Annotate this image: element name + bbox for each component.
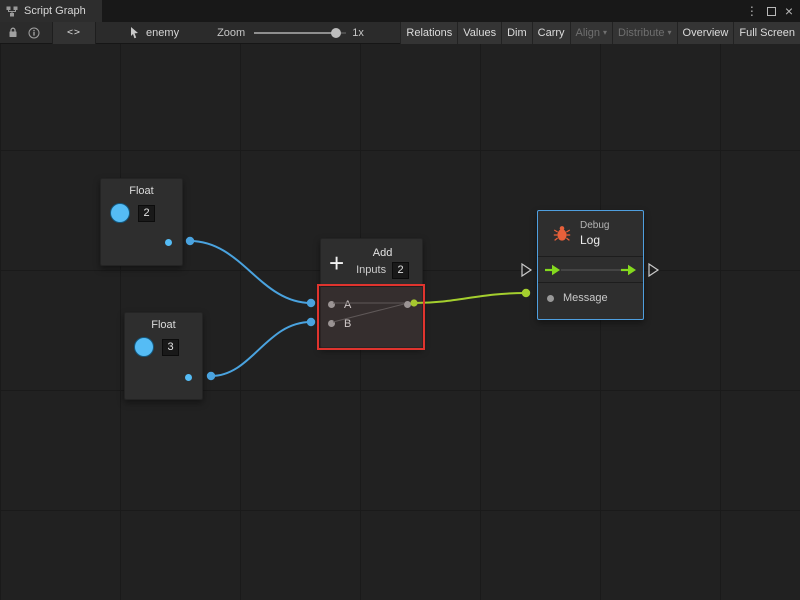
- bug-icon: [553, 225, 571, 242]
- tab-script-graph[interactable]: Script Graph: [0, 0, 102, 22]
- button-label: Overview: [683, 27, 729, 39]
- node-title: Add: [373, 247, 393, 259]
- node-category: Debug: [580, 220, 609, 231]
- flow-input-arrow[interactable]: [544, 264, 561, 276]
- toolbar-button-full-screen[interactable]: Full Screen: [733, 22, 800, 44]
- inputs-label: Inputs: [356, 264, 386, 276]
- flow-output-triangle[interactable]: [649, 264, 658, 276]
- script-graph-icon: [6, 6, 18, 17]
- add-icon: +: [329, 250, 344, 276]
- info-icon[interactable]: [28, 22, 40, 44]
- button-label: Carry: [538, 27, 565, 39]
- float-node-2[interactable]: Float 3: [124, 312, 203, 400]
- button-label: Dim: [507, 27, 527, 39]
- message-input-port[interactable]: [547, 295, 554, 302]
- wire-knob[interactable]: [207, 372, 215, 380]
- add-node[interactable]: + Add Inputs 2 A B: [320, 238, 423, 348]
- title-bar: Script Graph ⋮ ×: [0, 0, 800, 22]
- code-icon: <>: [67, 27, 81, 38]
- wire-knob[interactable]: [186, 237, 194, 245]
- button-label: Full Screen: [739, 27, 795, 39]
- port-label-a: A: [344, 299, 351, 311]
- node-title: Log: [580, 233, 609, 247]
- inputs-count-field[interactable]: 2: [392, 262, 409, 279]
- wire-knob[interactable]: [307, 299, 315, 307]
- flow-output-arrow[interactable]: [620, 264, 637, 276]
- node-title: Float: [125, 313, 202, 331]
- zoom-slider[interactable]: [254, 22, 346, 44]
- zoom-value: 1x: [352, 27, 364, 39]
- float-value-field[interactable]: 3: [162, 339, 179, 356]
- zoom-slider-handle[interactable]: [331, 28, 341, 38]
- toolbar-button-values[interactable]: Values: [457, 22, 501, 44]
- toolbar-button-distribute[interactable]: Distribute ▾: [612, 22, 676, 44]
- wire-float1-to-a[interactable]: [190, 241, 311, 303]
- toolbar-button-dim[interactable]: Dim: [501, 22, 532, 44]
- float-type-icon: [134, 337, 154, 357]
- graph-name[interactable]: enemy: [146, 27, 179, 39]
- graph-pointer-icon: [130, 22, 141, 44]
- message-port-label: Message: [563, 292, 608, 304]
- graph-toolbar: <> enemy Zoom 1x Relations Values Dim Ca…: [0, 22, 800, 44]
- toolbar-button-relations[interactable]: Relations: [400, 22, 457, 44]
- port-label-b: B: [344, 318, 351, 330]
- toolbar-button-group: Relations Values Dim Carry Align▾ Distri…: [400, 22, 800, 44]
- input-port-b[interactable]: [328, 320, 335, 327]
- node-title: Float: [101, 179, 182, 197]
- float-type-icon: [110, 203, 130, 223]
- float-output-port[interactable]: [185, 374, 192, 381]
- float-output-port[interactable]: [165, 239, 172, 246]
- graph-canvas[interactable]: Float 2 Float 3 + Add Inputs 2: [0, 44, 800, 600]
- debug-log-node[interactable]: Debug Log Message: [537, 210, 644, 320]
- button-label: Distribute: [618, 27, 664, 39]
- float-value-field[interactable]: 2: [138, 205, 155, 222]
- float-node-1[interactable]: Float 2: [100, 178, 183, 266]
- button-label: Relations: [406, 27, 452, 39]
- wire-add-to-log[interactable]: [414, 293, 526, 303]
- flow-input-triangle[interactable]: [522, 264, 531, 276]
- caret-down-icon: ▾: [603, 28, 607, 37]
- wire-float2-to-b[interactable]: [211, 322, 311, 376]
- more-menu-icon[interactable]: ⋮: [746, 5, 758, 17]
- code-view-button[interactable]: <>: [52, 22, 96, 44]
- toolbar-button-align[interactable]: Align▾: [570, 22, 612, 44]
- wire-knob[interactable]: [307, 318, 315, 326]
- caret-down-icon: ▾: [668, 28, 672, 37]
- toolbar-button-carry[interactable]: Carry: [532, 22, 570, 44]
- button-label: Align: [576, 27, 600, 39]
- zoom-slider-fill: [254, 32, 336, 34]
- zoom-label: Zoom: [217, 27, 245, 39]
- button-label: Values: [463, 27, 496, 39]
- tab-title: Script Graph: [24, 5, 86, 17]
- wire-knob[interactable]: [522, 289, 530, 297]
- close-icon[interactable]: ×: [785, 4, 793, 18]
- toolbar-button-overview[interactable]: Overview: [677, 22, 734, 44]
- maximize-icon[interactable]: [767, 7, 776, 16]
- input-port-a[interactable]: [328, 301, 335, 308]
- lock-icon[interactable]: [8, 22, 18, 44]
- add-output-port[interactable]: [404, 301, 411, 308]
